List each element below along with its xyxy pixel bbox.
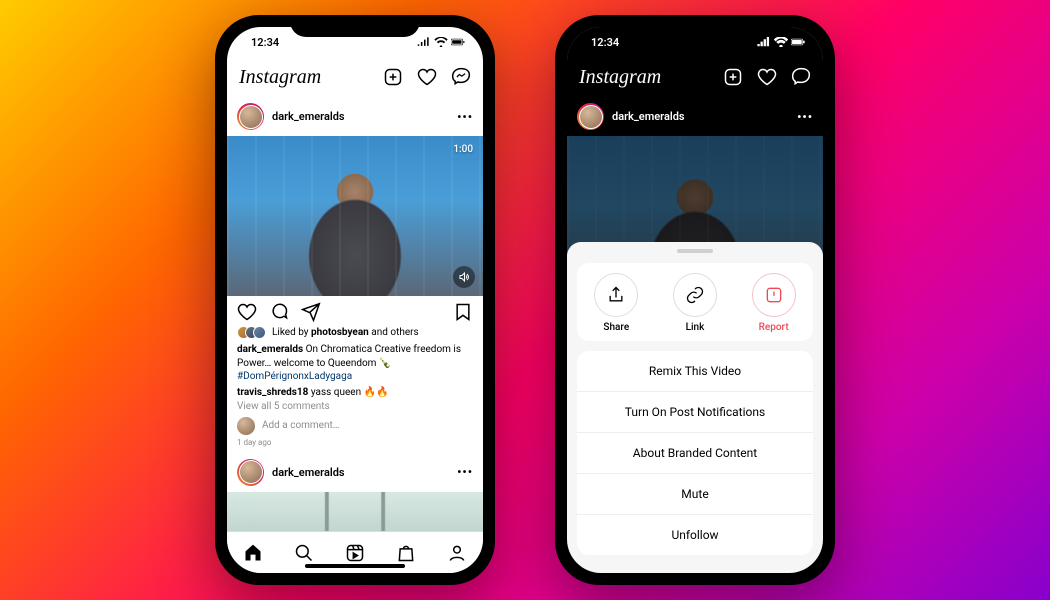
hashtag-link[interactable]: #DomPérignonxLadygaga	[237, 371, 352, 382]
messenger-icon[interactable]	[791, 67, 811, 87]
sheet-share-label: Share	[603, 322, 629, 333]
likes-text: Liked by photosbyean and others	[272, 327, 419, 338]
post-username[interactable]: dark_emeralds	[272, 466, 449, 479]
create-icon[interactable]	[723, 67, 743, 87]
wifi-icon	[434, 37, 448, 47]
battery-icon	[451, 37, 465, 47]
more-icon[interactable]: •••	[457, 110, 473, 124]
like-icon[interactable]	[237, 302, 257, 322]
post-timestamp: 1 day ago	[227, 438, 483, 453]
post-video[interactable]: 1:00	[227, 136, 483, 296]
phone-left: 12:34 Instagram dark_emeralds ••• 1	[215, 15, 495, 585]
view-comments-link[interactable]: View all 5 comments	[227, 401, 483, 415]
feed[interactable]: dark_emeralds ••• 1:00	[227, 97, 483, 531]
more-icon: •••	[797, 110, 813, 124]
tab-shop-icon[interactable]	[396, 543, 416, 563]
action-sheet: Share Link Report Remix This Video Turn …	[567, 242, 823, 573]
post-actions	[227, 296, 483, 326]
app-header: Instagram	[567, 57, 823, 97]
activity-icon[interactable]	[757, 67, 777, 87]
sheet-icon-row: Share Link Report	[577, 263, 813, 341]
post-username: dark_emeralds	[612, 110, 789, 123]
sheet-link-button[interactable]: Link	[673, 273, 717, 333]
cellular-icon	[417, 37, 431, 47]
sheet-list: Remix This Video Turn On Post Notificati…	[577, 351, 813, 555]
app-logo: Instagram	[579, 66, 661, 89]
post-video[interactable]	[227, 492, 483, 532]
share-icon[interactable]	[301, 302, 321, 322]
tab-profile-icon[interactable]	[447, 543, 467, 563]
status-time: 12:34	[591, 36, 619, 49]
wifi-icon	[774, 37, 788, 47]
sheet-handle[interactable]	[677, 249, 713, 253]
share-up-icon	[606, 285, 626, 305]
battery-icon	[791, 37, 805, 47]
post-header[interactable]: dark_emeralds •••	[227, 97, 483, 136]
sheet-item-mute[interactable]: Mute	[577, 474, 813, 515]
sheet-link-label: Link	[686, 322, 705, 333]
messenger-icon[interactable]	[451, 67, 471, 87]
activity-icon[interactable]	[417, 67, 437, 87]
sheet-report-button[interactable]: Report	[752, 273, 796, 333]
avatar[interactable]	[237, 459, 264, 486]
tab-reels-icon[interactable]	[345, 543, 365, 563]
add-comment-placeholder: Add a comment…	[262, 420, 339, 431]
tab-search-icon[interactable]	[294, 543, 314, 563]
video-duration: 1:00	[453, 144, 473, 155]
sheet-item-remix[interactable]: Remix This Video	[577, 351, 813, 392]
save-icon[interactable]	[453, 302, 473, 322]
status-time: 12:34	[251, 36, 279, 49]
home-indicator	[305, 564, 405, 568]
link-icon	[685, 285, 705, 305]
avatar	[577, 103, 604, 130]
app-logo: Instagram	[239, 66, 321, 89]
me-avatar	[237, 417, 255, 435]
avatar[interactable]	[237, 103, 264, 130]
sheet-item-notifications[interactable]: Turn On Post Notifications	[577, 392, 813, 433]
sound-icon[interactable]	[453, 266, 475, 288]
device-notch	[630, 15, 760, 37]
post-username[interactable]: dark_emeralds	[272, 110, 449, 123]
comment[interactable]: travis_shreds18 yass queen 🔥🔥	[227, 387, 483, 401]
comment-icon[interactable]	[269, 302, 289, 322]
app-header: Instagram	[227, 57, 483, 97]
add-comment-input[interactable]: Add a comment…	[227, 415, 483, 438]
post-caption[interactable]: dark_emeralds On Chromatica Creative fre…	[227, 343, 483, 387]
cellular-icon	[757, 37, 771, 47]
more-icon[interactable]: •••	[457, 465, 473, 479]
tab-home-icon[interactable]	[243, 543, 263, 563]
sheet-item-branded[interactable]: About Branded Content	[577, 433, 813, 474]
device-notch	[290, 15, 420, 37]
report-icon	[764, 285, 784, 305]
post-header[interactable]: dark_emeralds •••	[227, 453, 483, 492]
phone-right: 12:34 Instagram dark_emeralds •••	[555, 15, 835, 585]
likes-row[interactable]: Liked by photosbyean and others	[227, 326, 483, 343]
post-header: dark_emeralds •••	[567, 97, 823, 136]
like-avatar	[253, 326, 266, 339]
sheet-report-label: Report	[759, 322, 789, 333]
sheet-item-unfollow[interactable]: Unfollow	[577, 515, 813, 555]
sheet-share-button[interactable]: Share	[594, 273, 638, 333]
create-icon[interactable]	[383, 67, 403, 87]
